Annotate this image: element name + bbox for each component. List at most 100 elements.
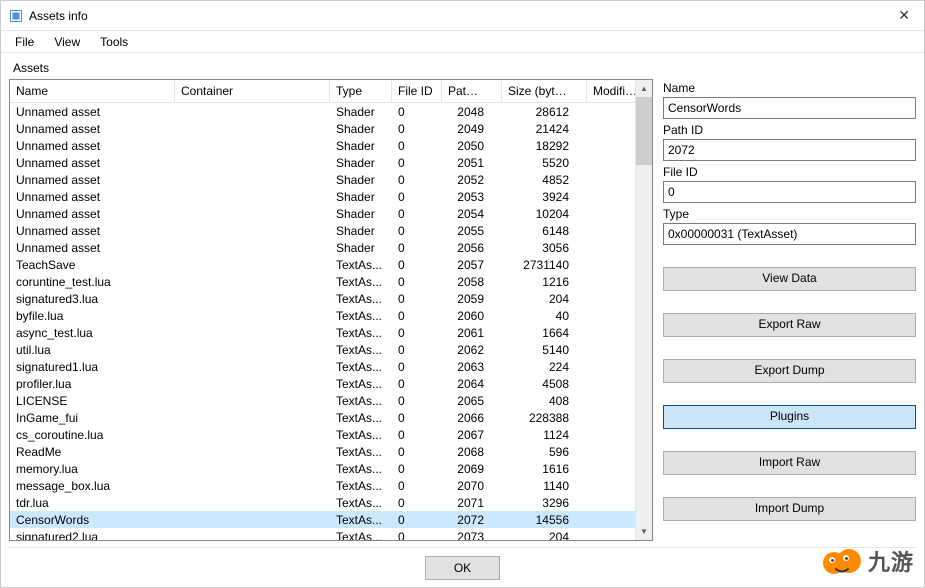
cell-size: 5140 (502, 343, 587, 357)
cell-pathid: 2051 (442, 156, 502, 170)
menu-file[interactable]: File (5, 33, 44, 51)
type-field[interactable] (663, 223, 916, 245)
cell-pathid: 2063 (442, 360, 502, 374)
table-row[interactable]: cs_coroutine.luaTextAs...020671124 (10, 426, 652, 443)
cell-fileid: 0 (392, 428, 442, 442)
cell-name: cs_coroutine.lua (10, 428, 175, 442)
cell-fileid: 0 (392, 190, 442, 204)
cell-fileid: 0 (392, 394, 442, 408)
table-row[interactable]: coruntine_test.luaTextAs...020581216 (10, 273, 652, 290)
table-row[interactable]: Unnamed assetShader020533924 (10, 188, 652, 205)
table-row[interactable]: byfile.luaTextAs...0206040 (10, 307, 652, 324)
cell-pathid: 2052 (442, 173, 502, 187)
table-row[interactable]: memory.luaTextAs...020691616 (10, 460, 652, 477)
cell-type: Shader (330, 241, 392, 255)
table-row[interactable]: signatured2.luaTextAs...02073204 (10, 528, 652, 540)
cell-size: 228388 (502, 411, 587, 425)
menu-view[interactable]: View (44, 33, 90, 51)
import-raw-button[interactable]: Import Raw (663, 451, 916, 475)
table-row[interactable]: util.luaTextAs...020625140 (10, 341, 652, 358)
scroll-down-icon[interactable]: ▼ (636, 523, 652, 540)
view-data-button[interactable]: View Data (663, 267, 916, 291)
table-row[interactable]: CensorWordsTextAs...0207214556 (10, 511, 652, 528)
cell-type: TextAs... (330, 462, 392, 476)
cell-type: TextAs... (330, 496, 392, 510)
cell-name: Unnamed asset (10, 156, 175, 170)
fileid-field[interactable] (663, 181, 916, 203)
cell-size: 1616 (502, 462, 587, 476)
col-header-size[interactable]: Size (bytes) (502, 80, 587, 102)
table-row[interactable]: async_test.luaTextAs...020611664 (10, 324, 652, 341)
cell-fileid: 0 (392, 275, 442, 289)
cell-type: Shader (330, 139, 392, 153)
table-header: Name Container Type File ID Path ID Size… (10, 80, 652, 103)
col-header-pathid[interactable]: Path ID (442, 80, 502, 102)
import-dump-button[interactable]: Import Dump (663, 497, 916, 521)
type-label: Type (663, 207, 916, 221)
cell-fileid: 0 (392, 224, 442, 238)
table-row[interactable]: Unnamed assetShader020524852 (10, 171, 652, 188)
close-button[interactable]: ✕ (892, 7, 916, 24)
export-raw-button[interactable]: Export Raw (663, 313, 916, 337)
table-row[interactable]: Unnamed assetShader0205410204 (10, 205, 652, 222)
col-header-fileid[interactable]: File ID (392, 80, 442, 102)
cell-name: Unnamed asset (10, 139, 175, 153)
cell-size: 3296 (502, 496, 587, 510)
col-header-container[interactable]: Container (175, 80, 330, 102)
cell-name: coruntine_test.lua (10, 275, 175, 289)
assets-table: Name Container Type File ID Path ID Size… (9, 79, 653, 541)
col-header-name[interactable]: Name (10, 80, 175, 102)
cell-name: Unnamed asset (10, 224, 175, 238)
table-row[interactable]: signatured3.luaTextAs...02059204 (10, 290, 652, 307)
cell-name: memory.lua (10, 462, 175, 476)
ok-button[interactable]: OK (425, 556, 500, 580)
scroll-up-icon[interactable]: ▲ (636, 80, 652, 97)
cell-size: 204 (502, 530, 587, 541)
table-row[interactable]: Unnamed assetShader020556148 (10, 222, 652, 239)
table-row[interactable]: TeachSaveTextAs...020572731140 (10, 256, 652, 273)
cell-type: TextAs... (330, 343, 392, 357)
cell-type: TextAs... (330, 479, 392, 493)
export-dump-button[interactable]: Export Dump (663, 359, 916, 383)
menu-tools[interactable]: Tools (90, 33, 138, 51)
table-row[interactable]: message_box.luaTextAs...020701140 (10, 477, 652, 494)
table-row[interactable]: LICENSETextAs...02065408 (10, 392, 652, 409)
scroll-thumb[interactable] (636, 97, 652, 165)
cell-size: 1124 (502, 428, 587, 442)
vertical-scrollbar[interactable]: ▲ ▼ (635, 80, 652, 540)
cell-fileid: 0 (392, 360, 442, 374)
name-field[interactable] (663, 97, 916, 119)
cell-fileid: 0 (392, 479, 442, 493)
cell-name: Unnamed asset (10, 190, 175, 204)
table-row[interactable]: profiler.luaTextAs...020644508 (10, 375, 652, 392)
cell-name: Unnamed asset (10, 207, 175, 221)
name-label: Name (663, 81, 916, 95)
table-row[interactable]: Unnamed assetShader020563056 (10, 239, 652, 256)
titlebar: Assets info ✕ (1, 1, 924, 31)
content-area: Assets Name Container Type File ID Path … (1, 53, 924, 587)
table-row[interactable]: Unnamed assetShader0204828612 (10, 103, 652, 120)
cell-type: TextAs... (330, 275, 392, 289)
cell-pathid: 2064 (442, 377, 502, 391)
table-row[interactable]: signatured1.luaTextAs...02063224 (10, 358, 652, 375)
table-row[interactable]: Unnamed assetShader0205018292 (10, 137, 652, 154)
pathid-field[interactable] (663, 139, 916, 161)
cell-type: TextAs... (330, 377, 392, 391)
table-row[interactable]: InGame_fuiTextAs...02066228388 (10, 409, 652, 426)
footer: OK (9, 547, 916, 587)
table-row[interactable]: tdr.luaTextAs...020713296 (10, 494, 652, 511)
table-row[interactable]: ReadMeTextAs...02068596 (10, 443, 652, 460)
cell-type: Shader (330, 190, 392, 204)
plugins-button[interactable]: Plugins (663, 405, 916, 429)
table-row[interactable]: Unnamed assetShader020515520 (10, 154, 652, 171)
cell-name: signatured2.lua (10, 530, 175, 541)
cell-name: Unnamed asset (10, 122, 175, 136)
cell-pathid: 2070 (442, 479, 502, 493)
cell-size: 2731140 (502, 258, 587, 272)
table-row[interactable]: Unnamed assetShader0204921424 (10, 120, 652, 137)
cell-type: TextAs... (330, 445, 392, 459)
cell-size: 10204 (502, 207, 587, 221)
cell-size: 4508 (502, 377, 587, 391)
col-header-type[interactable]: Type (330, 80, 392, 102)
scroll-track[interactable] (636, 97, 652, 523)
